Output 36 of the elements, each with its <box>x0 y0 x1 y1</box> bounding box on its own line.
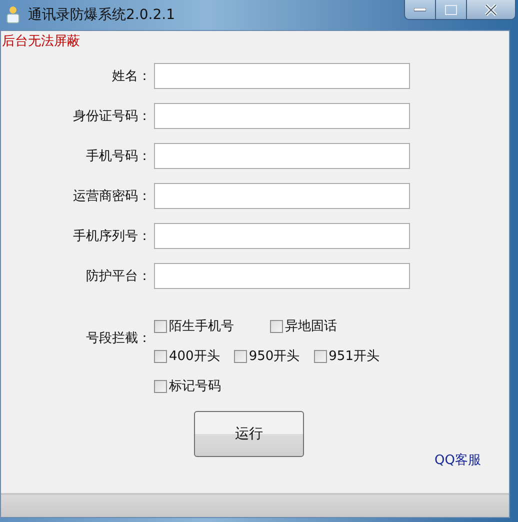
maximize-icon <box>445 4 457 14</box>
field-label: 防护平台： <box>86 268 151 285</box>
minimize-button[interactable] <box>405 0 436 19</box>
field-label: 运营商密码： <box>73 188 151 205</box>
input-field[interactable] <box>154 223 410 249</box>
field-label: 号段拦截： <box>86 330 151 348</box>
run-button[interactable]: 运行 <box>194 411 304 457</box>
minimize-icon <box>414 8 426 12</box>
field-label: 手机序列号： <box>73 228 151 245</box>
checkbox[interactable] <box>154 320 167 332</box>
maximize-button[interactable] <box>436 0 467 19</box>
checkbox[interactable] <box>314 350 327 362</box>
checkbox-label: 标记号码 <box>169 378 221 395</box>
notice-text: 后台无法屏蔽 <box>1 33 80 50</box>
checkbox-label: 陌生手机号 <box>169 318 234 335</box>
field-label: 身份证号码： <box>73 108 151 125</box>
support-link[interactable]: QQ客服 <box>434 451 481 469</box>
checkbox-label: 951开头 <box>328 348 380 365</box>
close-icon <box>484 4 498 16</box>
checkbox[interactable] <box>234 350 247 362</box>
checkbox[interactable] <box>154 350 167 362</box>
input-field[interactable] <box>154 63 410 89</box>
input-field[interactable] <box>154 103 410 129</box>
input-field[interactable] <box>154 183 410 209</box>
checkbox[interactable] <box>270 320 283 332</box>
field-label: 姓名： <box>112 68 151 85</box>
input-field[interactable] <box>154 143 410 169</box>
checkbox-label: 400开头 <box>169 348 220 365</box>
input-field[interactable] <box>154 263 410 289</box>
checkbox-label: 950开头 <box>248 348 300 365</box>
app-icon <box>6 6 20 24</box>
checkbox[interactable] <box>154 380 167 392</box>
field-label: 手机号码： <box>86 148 151 165</box>
window-title: 通讯录防爆系统2.0.2.1 <box>28 6 176 24</box>
close-button[interactable] <box>467 0 515 19</box>
checkbox-label: 异地固话 <box>285 318 337 335</box>
